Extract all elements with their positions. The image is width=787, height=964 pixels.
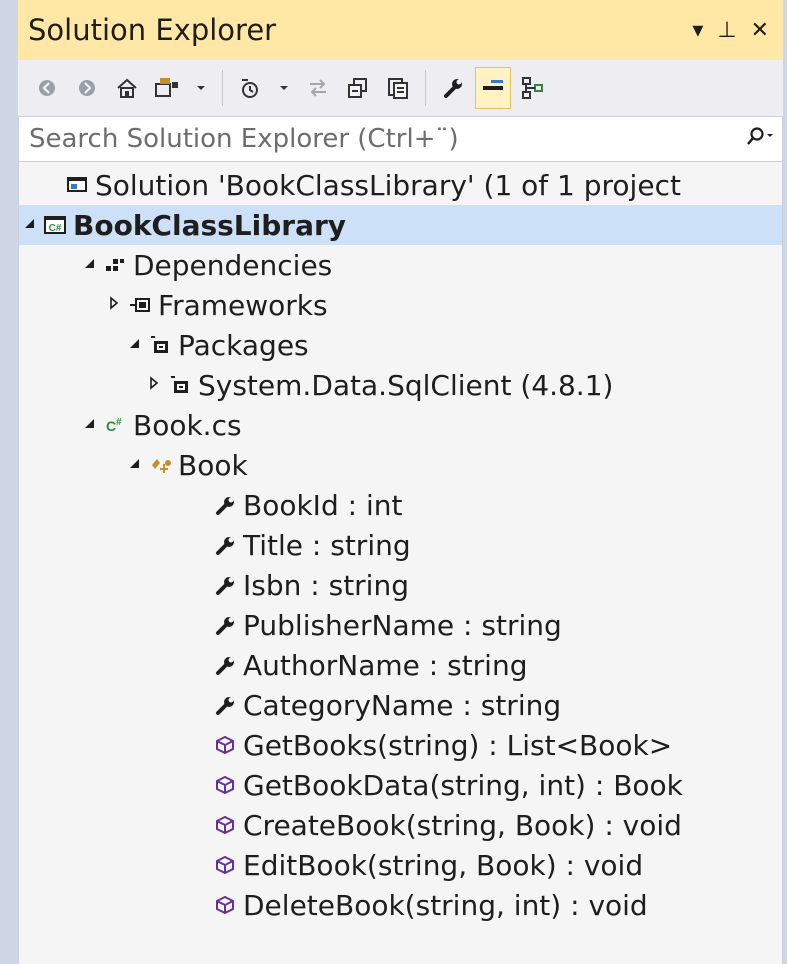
tree-item-label: BookClassLibrary: [73, 208, 347, 242]
tree-item[interactable]: System.Data.SqlClient (4.8.1): [19, 365, 782, 405]
tree-item[interactable]: GetBookData(string, int) : Book: [19, 765, 782, 805]
tree-item-label: Packages: [178, 328, 309, 362]
tree-item[interactable]: Solution 'BookClassLibrary' (1 of 1 proj…: [19, 165, 782, 205]
tree-item[interactable]: CreateBook(string, Book) : void: [19, 805, 782, 845]
expanded-arrow-icon[interactable]: [124, 456, 144, 474]
toolbar-separator: [425, 70, 426, 106]
framework-icon: [128, 293, 152, 317]
toolbar: [18, 60, 783, 116]
tree-item[interactable]: Title : string: [19, 525, 782, 565]
method-icon: [213, 853, 237, 877]
collapsed-arrow-icon[interactable]: [144, 376, 164, 394]
tree-item-label: EditBook(string, Book) : void: [243, 848, 644, 882]
tree-item[interactable]: Book: [19, 445, 782, 485]
tree-item[interactable]: DeleteBook(string, int) : void: [19, 885, 782, 925]
property-icon: [213, 693, 237, 717]
tree-item[interactable]: Dependencies: [19, 245, 782, 285]
properties-wrench-icon[interactable]: [436, 68, 470, 108]
tree-item-label: CategoryName : string: [243, 688, 562, 722]
filter-dropdown-icon[interactable]: [273, 68, 295, 108]
class-view-icon[interactable]: [516, 68, 550, 108]
property-icon: [213, 493, 237, 517]
panel-title: Solution Explorer: [28, 13, 277, 47]
package-icon: [168, 373, 192, 397]
tree-item[interactable]: EditBook(string, Book) : void: [19, 845, 782, 885]
method-icon: [213, 813, 237, 837]
search-input[interactable]: Search Solution Explorer (Ctrl+¨): [19, 124, 738, 154]
method-icon: [213, 893, 237, 917]
toolbar-separator: [222, 70, 223, 106]
expanded-arrow-icon[interactable]: [19, 216, 39, 234]
property-icon: [213, 653, 237, 677]
expanded-arrow-icon[interactable]: [79, 256, 99, 274]
property-icon: [213, 573, 237, 597]
show-all-files-icon[interactable]: [381, 68, 415, 108]
solution-explorer-panel: Solution Explorer ▾ ⊥ ✕ Search Solution …: [18, 0, 783, 964]
tree-item-label: BookId : int: [243, 488, 403, 522]
tree-item-label: CreateBook(string, Book) : void: [243, 808, 682, 842]
tree-item-label: GetBooks(string) : List<Book>: [243, 728, 673, 762]
package-icon: [148, 333, 172, 357]
collapse-all-icon[interactable]: [341, 68, 375, 108]
solution-icon: [65, 173, 89, 197]
tree-item-label: Book: [178, 448, 248, 482]
close-icon[interactable]: ✕: [751, 18, 769, 43]
tree-item-label: System.Data.SqlClient (4.8.1): [198, 368, 614, 402]
property-icon: [213, 533, 237, 557]
tree-item[interactable]: C # Book.cs: [19, 405, 782, 445]
tree-item-label: Dependencies: [133, 248, 333, 282]
tree-item-label: DeleteBook(string, int) : void: [243, 888, 648, 922]
svg-text:C#: C#: [49, 223, 62, 234]
dependencies-icon: [103, 253, 127, 277]
home-icon[interactable]: [110, 68, 144, 108]
tree-item[interactable]: Frameworks: [19, 285, 782, 325]
tree-item[interactable]: PublisherName : string: [19, 605, 782, 645]
method-icon: [213, 773, 237, 797]
tree-item-label: Book.cs: [133, 408, 242, 442]
tree-item-label: Solution 'BookClassLibrary' (1 of 1 proj…: [95, 168, 681, 202]
tree-item[interactable]: Packages: [19, 325, 782, 365]
property-icon: [213, 613, 237, 637]
tree-item-label: AuthorName : string: [243, 648, 528, 682]
sync-active-document-icon[interactable]: [301, 68, 335, 108]
search-box[interactable]: Search Solution Explorer (Ctrl+¨): [18, 116, 783, 162]
tree-item-label: GetBookData(string, int) : Book: [243, 768, 683, 802]
collapsed-arrow-icon[interactable]: [104, 296, 124, 314]
tree-item-label: PublisherName : string: [243, 608, 562, 642]
method-icon: [213, 733, 237, 757]
expanded-arrow-icon[interactable]: [79, 416, 99, 434]
switch-views-icon[interactable]: [150, 68, 184, 108]
csharp-file-icon: C #: [103, 413, 127, 437]
back-icon[interactable]: [30, 68, 64, 108]
csharp-project-icon: C#: [43, 213, 67, 237]
dropdown-icon[interactable]: ▾: [692, 18, 703, 43]
tree-item[interactable]: CategoryName : string: [19, 685, 782, 725]
tree-item[interactable]: AuthorName : string: [19, 645, 782, 685]
title-bar-buttons: ▾ ⊥ ✕: [692, 18, 769, 43]
pending-changes-filter-icon[interactable]: [233, 68, 267, 108]
preview-selected-items-icon[interactable]: [475, 67, 511, 109]
title-bar: Solution Explorer ▾ ⊥ ✕: [18, 0, 783, 60]
tree-item-label: Title : string: [243, 528, 411, 562]
tree-item-label: Frameworks: [158, 288, 328, 322]
tree-item[interactable]: BookId : int: [19, 485, 782, 525]
tree-item[interactable]: Isbn : string: [19, 565, 782, 605]
switch-views-dropdown-icon[interactable]: [190, 68, 212, 108]
svg-text:#: #: [116, 417, 122, 428]
expanded-arrow-icon[interactable]: [124, 336, 144, 354]
forward-icon[interactable]: [70, 68, 104, 108]
tree-item[interactable]: GetBooks(string) : List<Book>: [19, 725, 782, 765]
svg-text:C: C: [106, 418, 116, 434]
tree-item-label: Isbn : string: [243, 568, 409, 602]
solution-tree: Solution 'BookClassLibrary' (1 of 1 proj…: [18, 162, 783, 964]
pin-icon[interactable]: ⊥: [717, 18, 736, 43]
search-icon[interactable]: [738, 126, 782, 153]
class-icon: [148, 453, 172, 477]
tree-item[interactable]: C# BookClassLibrary: [19, 205, 782, 245]
